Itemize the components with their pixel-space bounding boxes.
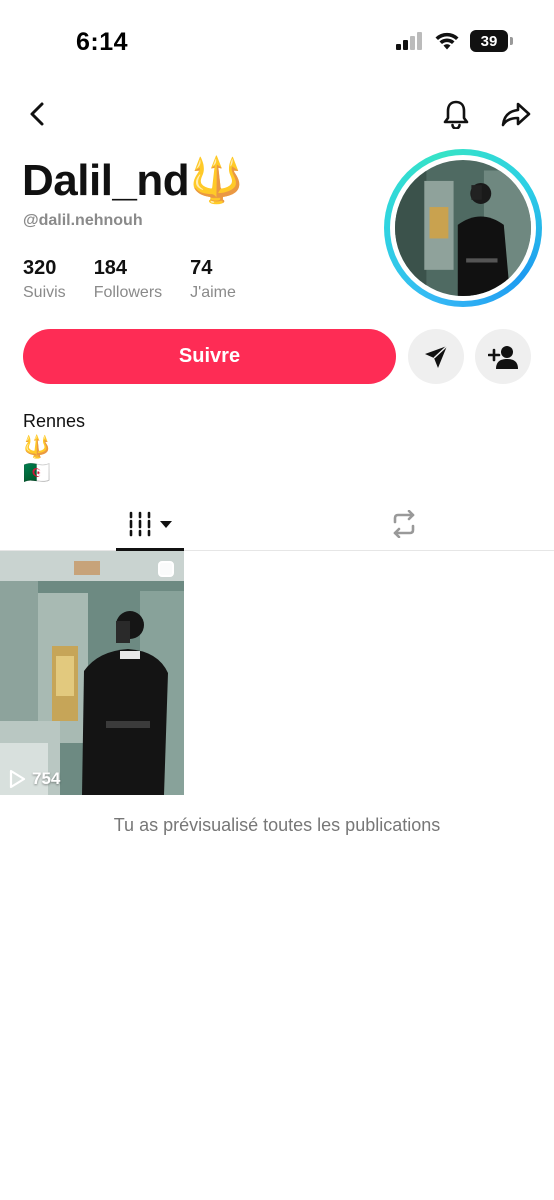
- content-tabs: [0, 497, 554, 551]
- profile-bio: Rennes 🔱 🇩🇿: [23, 408, 85, 486]
- stat-followers[interactable]: 184 Followers: [94, 257, 162, 302]
- avatar-photo: [395, 160, 531, 296]
- tab-videos[interactable]: [116, 497, 184, 551]
- stat-followers-label: Followers: [93, 284, 163, 301]
- wifi-icon: [435, 32, 459, 50]
- play-icon: [9, 769, 26, 789]
- status-time: 6:14: [76, 28, 129, 56]
- share-icon: [501, 102, 531, 127]
- video-views: 754: [8, 769, 60, 789]
- profile-stats: 320 Suivis 184 Followers 74 J'aime: [23, 257, 264, 302]
- bio-location: Rennes: [23, 411, 86, 431]
- profile-handle: @dalil.nehnouh: [23, 212, 143, 229]
- status-icons: 39: [396, 30, 513, 52]
- video-views-count: 754: [32, 769, 61, 788]
- tab-reposts[interactable]: [370, 497, 438, 550]
- stat-likes-count: 74: [190, 257, 213, 279]
- back-button[interactable]: [16, 92, 60, 136]
- bell-icon: [443, 100, 469, 129]
- bio-emoji-trident: 🔱: [23, 434, 51, 459]
- profile-display-name: Dalil_nd🔱: [22, 156, 244, 205]
- stat-likes-label: J'aime: [190, 284, 236, 301]
- stat-following-label: Suivis: [23, 284, 66, 301]
- top-navigation: [0, 92, 554, 138]
- follow-button[interactable]: Suivre: [23, 329, 396, 384]
- repost-icon: [393, 509, 415, 538]
- end-of-feed-message: Tu as prévisualisé toutes les publicatio…: [113, 815, 441, 835]
- bio-flag: 🇩🇿: [23, 460, 51, 485]
- multi-post-indicator-icon: [158, 561, 174, 577]
- back-arrow-icon: [30, 102, 44, 126]
- avatar: [395, 160, 531, 296]
- dropdown-caret-icon: [160, 520, 172, 528]
- share-button[interactable]: [494, 92, 538, 136]
- stat-following-count: 320: [23, 257, 57, 279]
- video-thumbnail[interactable]: 754: [0, 551, 184, 795]
- add-friend-button[interactable]: [475, 329, 531, 384]
- add-friend-icon: [488, 345, 518, 369]
- avatar-story-ring[interactable]: [384, 149, 542, 307]
- message-button[interactable]: [408, 329, 464, 384]
- send-message-icon: [425, 344, 448, 368]
- battery-indicator: 39: [470, 30, 513, 52]
- cellular-signal-icon: [396, 32, 422, 50]
- status-bar: 6:14 39: [0, 0, 554, 80]
- stat-followers-count: 184: [93, 257, 128, 279]
- notifications-button[interactable]: [434, 92, 478, 136]
- video-thumbnail-image: [0, 551, 184, 795]
- stat-likes[interactable]: 74 J'aime: [190, 257, 236, 302]
- grid-videos-icon: [129, 511, 151, 536]
- stat-following[interactable]: 320 Suivis: [23, 257, 66, 302]
